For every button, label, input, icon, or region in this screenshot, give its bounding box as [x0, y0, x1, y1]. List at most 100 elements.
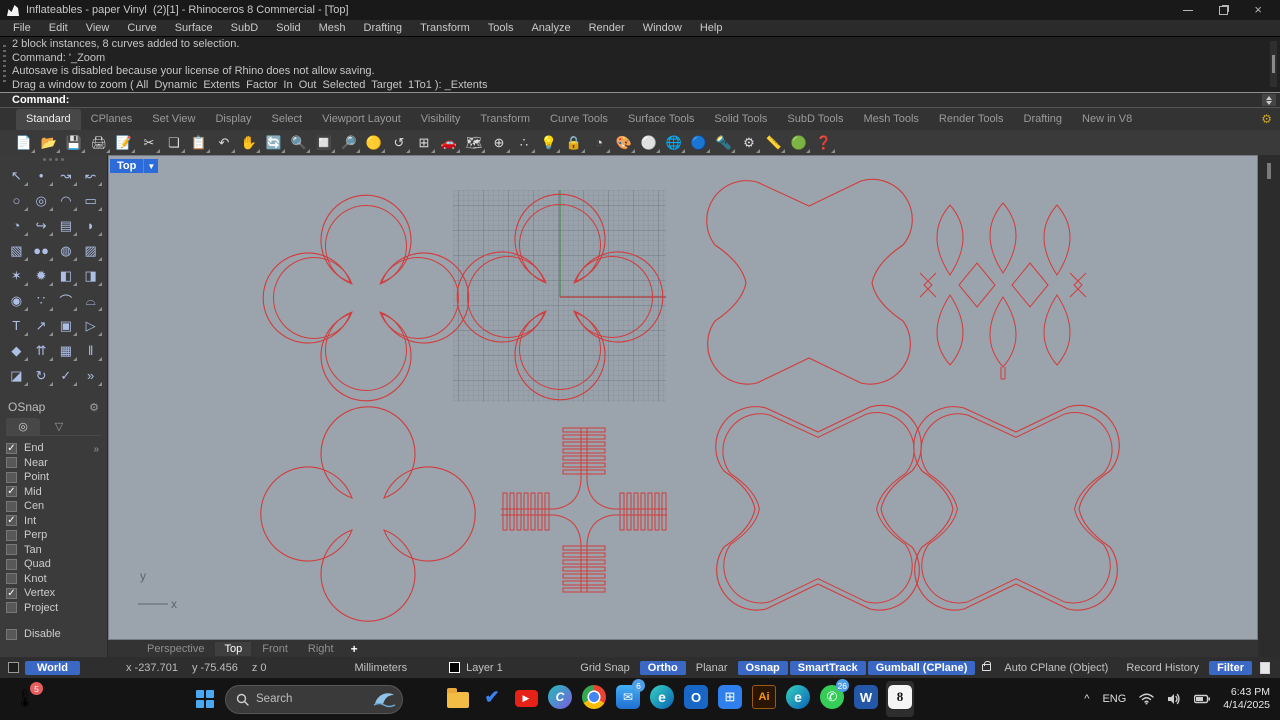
- osnap-checkbox[interactable]: [6, 602, 17, 614]
- battery-icon[interactable]: [1194, 694, 1211, 704]
- command-prompt[interactable]: Command:: [0, 92, 1280, 108]
- osnap-checkbox[interactable]: [6, 457, 17, 469]
- start-button[interactable]: [192, 686, 218, 712]
- osnap-gear-icon[interactable]: ⚙: [89, 401, 99, 414]
- status-toggle[interactable]: Filter: [1209, 660, 1252, 675]
- menu-item[interactable]: Tools: [479, 22, 523, 34]
- arc-icon[interactable]: ◠: [54, 188, 79, 213]
- circle-tan-icon[interactable]: ◔: [4, 213, 29, 238]
- toolbar-tab[interactable]: Mesh Tools: [853, 109, 928, 130]
- active-layer[interactable]: Layer 1: [449, 662, 503, 674]
- menu-item[interactable]: Curve: [118, 22, 165, 34]
- menu-item[interactable]: Drafting: [355, 22, 412, 34]
- sidebar-grip[interactable]: [0, 155, 107, 163]
- viewport-menu-caret-icon[interactable]: ▼: [143, 159, 159, 173]
- boolean-diff-icon[interactable]: ∵: [29, 288, 54, 313]
- toolbar-tab[interactable]: Visibility: [411, 109, 471, 130]
- viewport-tab[interactable]: Perspective: [138, 642, 213, 656]
- split-icon[interactable]: ◨: [78, 263, 103, 288]
- rectangle-icon[interactable]: ▭: [78, 188, 103, 213]
- osnap-disable-checkbox[interactable]: [6, 628, 17, 640]
- osnap-option-row[interactable]: Project: [6, 601, 101, 616]
- comb-top-ladder[interactable]: [562, 427, 606, 477]
- weather-widget[interactable]: 🌡 5: [10, 682, 43, 714]
- language-indicator[interactable]: ENG: [1102, 693, 1126, 705]
- pillow-curve-b[interactable]: [715, 404, 922, 611]
- canva[interactable]: C: [546, 681, 574, 717]
- new-file-icon[interactable]: 📄: [12, 132, 36, 154]
- boolean-union-icon[interactable]: ◉: [4, 288, 29, 313]
- scale-icon[interactable]: ↗: [29, 313, 54, 338]
- osnap-overflow-chevron[interactable]: »: [93, 444, 99, 455]
- status-toggle[interactable]: Ortho: [639, 660, 686, 675]
- curve-blend-icon[interactable]: ⌓: [78, 288, 103, 313]
- comb-bottom-ladder[interactable]: [562, 545, 606, 593]
- text-icon[interactable]: T: [4, 313, 29, 338]
- viewport-title[interactable]: Top: [110, 159, 144, 173]
- wire-sphere-icon[interactable]: 🌐: [662, 132, 686, 154]
- osnap-filter-tab[interactable]: ▽: [42, 418, 76, 435]
- viewport-tab[interactable]: +: [345, 642, 364, 656]
- osnap-option-row[interactable]: Tan: [6, 543, 101, 558]
- curve-interp-icon[interactable]: ↝: [54, 163, 79, 188]
- status-toggle[interactable]: Auto CPlane (Object): [996, 661, 1116, 675]
- osnap-option-row[interactable]: Quad: [6, 557, 101, 572]
- edit-notes-icon[interactable]: 📝: [112, 132, 136, 154]
- osnap-checkbox[interactable]: [6, 558, 17, 570]
- osnap-option-row[interactable]: Int: [6, 514, 101, 529]
- close-button[interactable]: ×: [1254, 3, 1262, 16]
- menu-item[interactable]: Analyze: [522, 22, 579, 34]
- zoom-window-icon[interactable]: 🔲: [312, 132, 336, 154]
- osnap-checkbox[interactable]: [6, 529, 17, 541]
- undo-icon[interactable]: ↶: [212, 132, 236, 154]
- cplane-icon[interactable]: ⊕: [487, 132, 511, 154]
- rotate-view-icon[interactable]: 🔄: [262, 132, 286, 154]
- comb-right-teeth[interactable]: [613, 492, 667, 531]
- patch-icon[interactable]: ▨: [78, 238, 103, 263]
- osnap-checkbox[interactable]: [6, 515, 17, 527]
- spinner-up-icon[interactable]: [1266, 95, 1272, 100]
- open-file-icon[interactable]: 📂: [37, 132, 61, 154]
- toolbar-tab[interactable]: Curve Tools: [540, 109, 618, 130]
- toolbar-tab[interactable]: Standard: [16, 108, 81, 130]
- array-icon[interactable]: ▣: [54, 313, 79, 338]
- array-grid-icon[interactable]: ▦: [54, 338, 79, 363]
- pan-view-icon[interactable]: ✋: [237, 132, 261, 154]
- more-tools-icon[interactable]: »: [78, 363, 103, 388]
- viewport-tab[interactable]: Top: [215, 641, 252, 656]
- named-view-car-icon[interactable]: 🚗: [437, 132, 461, 154]
- bend-icon[interactable]: ◪: [4, 363, 29, 388]
- command-scrollbar[interactable]: [1270, 41, 1277, 87]
- block-grid[interactable]: [453, 190, 666, 402]
- trim-icon[interactable]: ◧: [54, 263, 79, 288]
- toolbar-tab[interactable]: Select: [262, 109, 313, 130]
- toolbar-tab[interactable]: Transform: [470, 109, 540, 130]
- texture-map-icon[interactable]: 🗺: [462, 132, 486, 154]
- toolbar-tab[interactable]: New in V8: [1072, 109, 1142, 130]
- zoom-dynamic-icon[interactable]: 🔍: [287, 132, 311, 154]
- toolbar-tab[interactable]: Solid Tools: [704, 109, 777, 130]
- explode-all-icon[interactable]: ✹: [29, 263, 54, 288]
- comb-left-teeth[interactable]: [501, 492, 555, 531]
- shaded-sphere-icon[interactable]: ⚪: [637, 132, 661, 154]
- menu-item[interactable]: Render: [580, 22, 634, 34]
- osnap-option-row[interactable]: Perp: [6, 528, 101, 543]
- spotlight-icon[interactable]: 🔦: [712, 132, 736, 154]
- menu-item[interactable]: SubD: [222, 22, 268, 34]
- print-icon[interactable]: 🖨: [87, 132, 111, 154]
- viewport-tab[interactable]: Front: [253, 642, 297, 656]
- copy-icon[interactable]: ❏: [162, 132, 186, 154]
- viewport-title-pill[interactable]: Top ▼: [110, 159, 159, 173]
- osnap-option-row[interactable]: Cen: [6, 499, 101, 514]
- status-toggle[interactable]: SmartTrack: [789, 660, 866, 675]
- osnap-checkbox[interactable]: [6, 500, 17, 512]
- osnap-checkbox[interactable]: [6, 471, 17, 483]
- todo-check[interactable]: ✔: [478, 681, 506, 717]
- osnap-checkbox[interactable]: [6, 587, 17, 599]
- command-spinner[interactable]: [1262, 94, 1276, 106]
- edge[interactable]: e: [648, 681, 676, 717]
- undo-view-icon[interactable]: ↺: [387, 132, 411, 154]
- leaf-rosette-curves[interactable]: [919, 202, 1087, 380]
- clover-curve-c[interactable]: [260, 406, 476, 622]
- menu-item[interactable]: Edit: [40, 22, 77, 34]
